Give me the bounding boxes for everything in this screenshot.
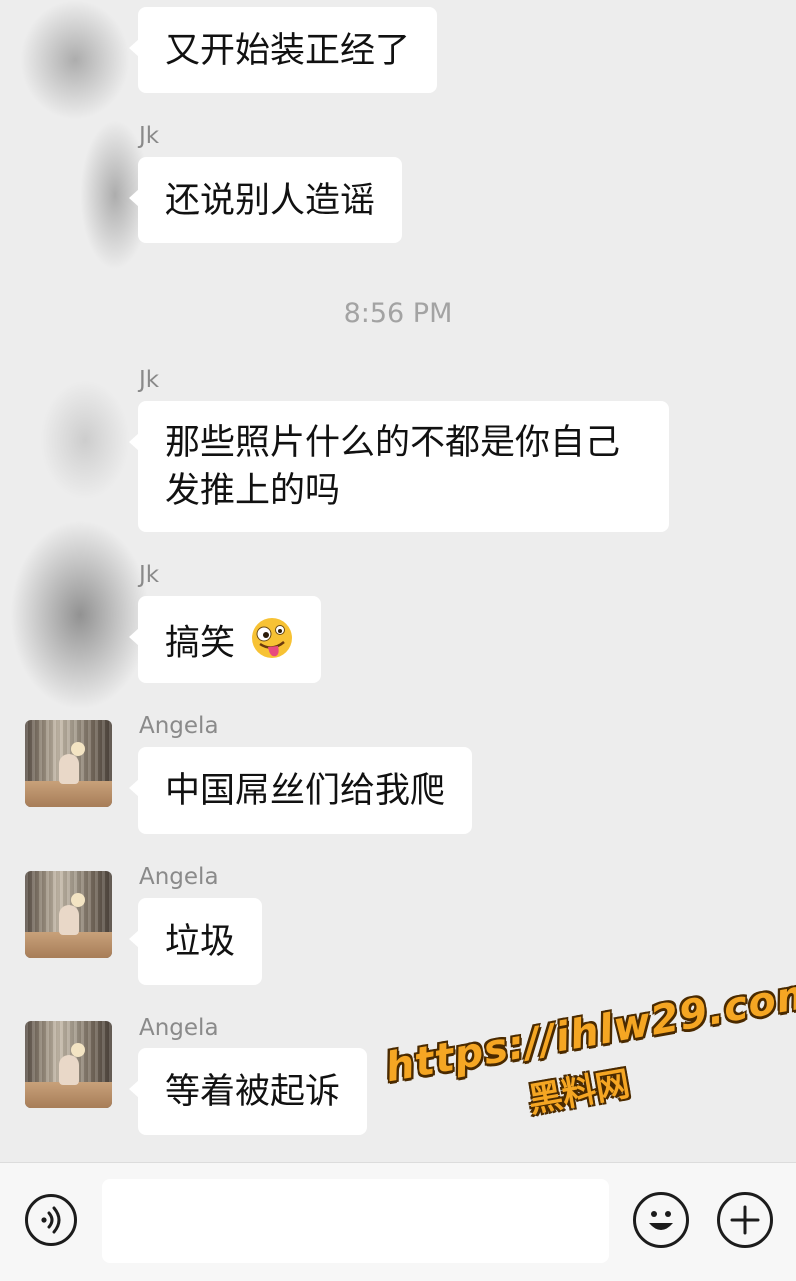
message-bubble[interactable]: 那些照片什么的不都是你自己 发推上的吗 — [129, 401, 669, 532]
message-bubble[interactable]: 还说别人造谣 — [128, 157, 403, 243]
message-bubble[interactable]: 搞笑 — [128, 596, 322, 683]
sender-name: Jk — [139, 123, 160, 149]
avatar[interactable] — [25, 1021, 112, 1108]
message-bubble[interactable]: 垃圾 — [128, 898, 263, 985]
sender-name: Jk — [139, 367, 160, 393]
message-bubble[interactable]: 中国屌丝们给我爬 — [128, 747, 473, 834]
obscured-avatar — [20, 0, 130, 120]
chat-timestamp: 8:56 PM — [343, 298, 453, 329]
sender-name: Jk — [139, 562, 160, 588]
obscured-avatar — [10, 520, 150, 710]
message-text: 又开始装正经了 — [165, 31, 411, 71]
message-text-line: 那些照片什么的不都是你自己 — [165, 423, 621, 463]
message-text: 搞笑 — [165, 623, 236, 664]
sender-name: Angela — [139, 864, 219, 890]
watermark: https://ihlw29.com 黑料网 — [382, 969, 796, 1154]
message-bubble[interactable]: 又开始装正经了 — [128, 7, 438, 93]
voice-icon[interactable] — [25, 1194, 77, 1246]
watermark-url: https://ihlw29.com — [382, 969, 796, 1092]
message-bubble[interactable]: 等着被起诉 — [128, 1048, 368, 1135]
avatar[interactable] — [25, 871, 112, 958]
message-text: 等着被起诉 — [165, 1072, 341, 1112]
message-text-line: 发推上的吗 — [165, 471, 341, 511]
watermark-name: 黑料网 — [525, 1063, 633, 1122]
sender-name: Angela — [139, 713, 219, 739]
emoji-icon[interactable] — [633, 1192, 689, 1248]
avatar[interactable] — [25, 720, 112, 807]
message-text: 中国屌丝们给我爬 — [165, 771, 446, 811]
obscured-avatar — [40, 380, 130, 500]
message-text: 还说别人造谣 — [165, 181, 376, 221]
plus-icon[interactable] — [717, 1192, 773, 1248]
input-bar — [0, 1162, 796, 1281]
message-input[interactable] — [102, 1179, 609, 1263]
message-text: 垃圾 — [165, 922, 236, 962]
zany-face-emoji — [250, 616, 294, 673]
sender-name: Angela — [139, 1015, 219, 1041]
